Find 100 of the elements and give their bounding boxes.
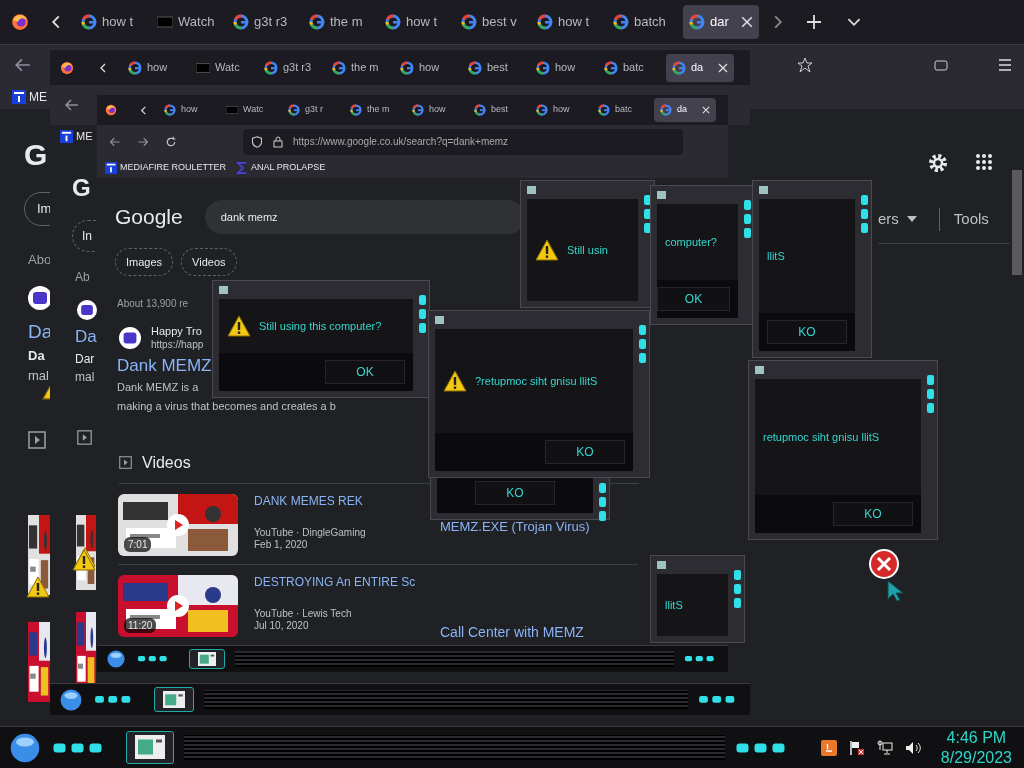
browser-tab[interactable]: how <box>394 53 462 82</box>
browser-tab[interactable]: how <box>530 98 592 122</box>
ok-button[interactable]: KO <box>475 481 555 505</box>
taskbar-window-button[interactable] <box>126 731 174 764</box>
new-tab-icon[interactable] <box>807 15 821 29</box>
google-icon <box>264 60 278 75</box>
browser-tab[interactable]: the m <box>344 98 406 122</box>
clock[interactable]: 4:46 PM 8/29/2023 <box>940 727 1012 768</box>
browser-tab[interactable]: g3t r3 <box>258 53 326 82</box>
google-logo: G <box>72 176 91 200</box>
video-title[interactable]: Call Center with MEMZ <box>440 622 584 643</box>
browser-tab[interactable]: Watch <box>151 5 227 39</box>
start-orb-icon[interactable] <box>107 650 125 668</box>
menu-icon[interactable] <box>997 57 1013 73</box>
ok-button[interactable]: OK <box>325 360 405 384</box>
browser-tab[interactable]: how <box>122 53 190 82</box>
shield-icon <box>251 135 263 148</box>
browser-tab[interactable]: g3t r3 <box>227 5 303 39</box>
browser-tab[interactable]: batc <box>592 98 654 122</box>
browser-tab[interactable]: g3t r <box>282 98 344 122</box>
browser-tab[interactable]: da <box>666 53 734 82</box>
result-title[interactable]: Da <box>75 324 97 350</box>
back-icon[interactable] <box>14 56 32 74</box>
video-source: YouTube · DingleGaming <box>254 526 366 540</box>
bookmark-link[interactable]: MEDIAFIRE ROULETTER <box>105 161 226 175</box>
google-logo: Google <box>115 204 183 231</box>
browser-tab[interactable]: best v <box>455 5 531 39</box>
network-icon[interactable] <box>876 739 893 756</box>
start-orb-icon[interactable] <box>60 688 82 711</box>
browser-tab[interactable]: best <box>468 98 530 122</box>
extensions-icon[interactable] <box>933 57 949 73</box>
start-orb-icon[interactable] <box>10 732 40 763</box>
flag-error-icon[interactable] <box>848 739 865 756</box>
result-snippet: making a virus that becomes and creates a b <box>117 399 336 415</box>
apps-grid-icon[interactable] <box>975 153 993 171</box>
filter-menu[interactable]: ers <box>878 208 899 231</box>
google-icon <box>474 104 486 116</box>
taskbar-window-button[interactable] <box>189 648 226 670</box>
lock-icon <box>273 135 283 148</box>
ok-button[interactable]: KO <box>545 440 625 464</box>
result-title[interactable]: Dank MEMZ <box>117 353 212 379</box>
google-icon <box>309 14 325 30</box>
browser-tab[interactable]: the m <box>303 5 379 39</box>
video-section-icon <box>119 456 132 470</box>
bookmark-link[interactable]: ME <box>12 88 47 106</box>
ok-button[interactable]: KO <box>833 502 913 526</box>
result-snippet: Dank MEMZ is a <box>117 379 199 395</box>
firefox-icon[interactable] <box>60 60 74 75</box>
play-icon[interactable] <box>167 594 189 617</box>
browser-tab[interactable]: how <box>158 98 220 122</box>
google-icon <box>288 104 300 116</box>
ok-button[interactable]: OK <box>657 287 730 311</box>
browser-tab[interactable]: dar <box>683 5 759 39</box>
google-icon <box>660 104 672 116</box>
back-icon[interactable] <box>109 135 121 148</box>
scrollbar-thumb[interactable] <box>1012 170 1022 275</box>
browser-tab[interactable]: da <box>654 98 716 122</box>
browser-tab[interactable]: Watc <box>190 53 258 82</box>
browser-tab[interactable]: how t <box>531 5 607 39</box>
taskbar-window-button[interactable] <box>153 687 194 712</box>
video-title[interactable]: DANK MEMES REK <box>254 493 366 509</box>
tools-button[interactable]: Tools <box>938 208 989 231</box>
forward-icon[interactable] <box>137 135 149 148</box>
bookmark-link[interactable]: ME <box>60 128 93 145</box>
close-icon[interactable] <box>702 106 710 114</box>
browser-tab[interactable]: how t <box>75 5 151 39</box>
video-title[interactable]: MEMZ.EXE (Trojan Virus) <box>440 517 590 537</box>
google-icon <box>164 104 176 116</box>
java-icon[interactable] <box>820 739 837 756</box>
browser-tab[interactable]: how <box>530 53 598 82</box>
settings-icon[interactable] <box>927 152 949 174</box>
browser-tab[interactable]: best <box>462 53 530 82</box>
bookmark-star-icon[interactable] <box>797 57 813 73</box>
browser-tab[interactable]: the m <box>326 53 394 82</box>
mf-icon <box>105 162 117 174</box>
browser-tab[interactable]: how t <box>379 5 455 39</box>
browser-tab[interactable]: batch <box>607 5 683 39</box>
google-icon <box>537 14 553 30</box>
sigma-icon <box>236 162 248 174</box>
scroll-left-icon[interactable] <box>139 105 148 115</box>
light-strip-icon <box>683 655 716 663</box>
back-icon[interactable] <box>64 97 80 113</box>
bookmark-link[interactable]: ANAL PROLAPSE <box>236 161 326 175</box>
dialog-message: llitS <box>665 597 683 613</box>
close-icon[interactable] <box>718 62 728 73</box>
close-icon[interactable] <box>741 16 753 28</box>
reload-icon[interactable] <box>165 135 177 148</box>
ok-button[interactable]: KO <box>767 320 847 344</box>
scroll-left-icon[interactable] <box>98 62 108 73</box>
result-count: Ab <box>75 269 90 286</box>
play-icon[interactable] <box>167 513 189 536</box>
firefox-icon[interactable] <box>11 13 29 31</box>
address-bar[interactable]: https://www.google.co.uk/search?q=dank+memz <box>243 128 683 155</box>
video-title[interactable]: DESTROYING An ENTIRE Sc <box>254 574 416 590</box>
result-site: Dar <box>75 350 95 368</box>
browser-tab[interactable]: batc <box>598 53 666 82</box>
browser-tab[interactable]: how <box>406 98 468 122</box>
firefox-icon[interactable] <box>105 104 117 116</box>
browser-tab[interactable]: Watc <box>220 98 282 122</box>
google-icon <box>536 60 550 75</box>
